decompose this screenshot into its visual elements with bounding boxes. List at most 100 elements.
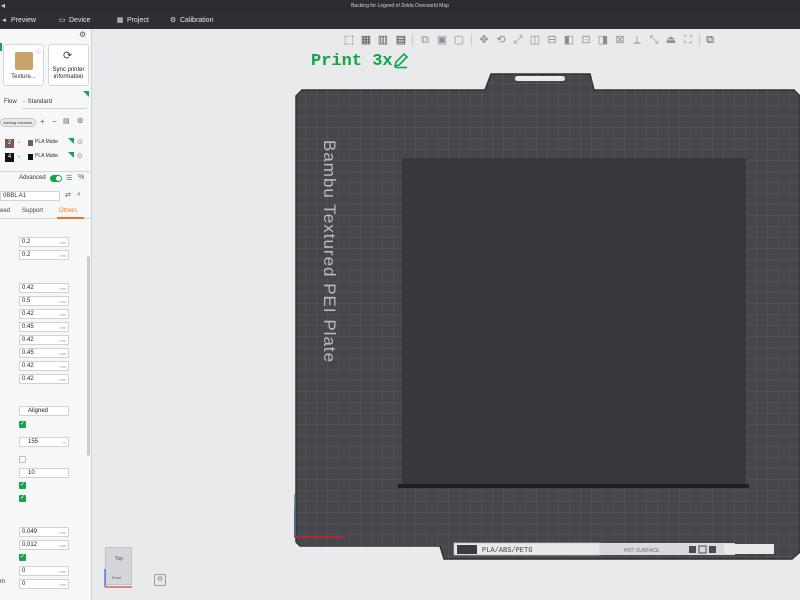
advanced-toggle[interactable] [50,175,62,182]
sync-icon: ⟳ [63,50,73,62]
add-cube-icon[interactable]: ⬚ [342,33,356,47]
filament-slot-badge[interactable]: 4 [5,153,14,162]
chevron-down-icon[interactable]: ⌄ [17,139,21,145]
rotate-icon[interactable]: ⟲ [494,33,508,47]
emboss-icon[interactable]: ⏏ [664,33,678,47]
checkbox[interactable] [19,494,26,502]
first-layer-height-field[interactable]: 0.2 mm [19,250,69,260]
model-object[interactable] [402,158,746,484]
line-width-field[interactable]: 0.42 mm [19,335,69,345]
3d-viewport[interactable]: ⬚ ▦ ▥ ▤ ⧉ ▣ ▢ ✥ ⟲ ⤢ ◫ ⊟ ◧ ⊡ ◨ ⊠ ⟂ ⤡ ⏏ ⛶ … [92,29,800,600]
cut-icon[interactable]: ⊟ [545,33,559,47]
tab-device[interactable]: ▭ Device [58,15,91,27]
orient-icon[interactable]: ▢ [452,33,466,47]
scale-icon[interactable]: ⤢ [511,33,525,47]
assemble-icon[interactable]: ⤡ [647,33,661,47]
flow-select[interactable]: ·· Standard [22,99,52,105]
advanced-label: Advanced [19,175,46,181]
monitor-icon: ▭ [58,17,66,24]
move-icon[interactable]: ✥ [477,33,491,47]
chevron-down-icon[interactable]: ⌄ [17,153,21,159]
line-width-field[interactable]: 0.42 mm [19,374,69,384]
edit-filament-icon[interactable]: ⊙ [77,138,83,146]
checkbox[interactable] [19,420,26,428]
viewport-toolbar: ⬚ ▦ ▥ ▤ ⧉ ▣ ▢ ✥ ⟲ ⤢ ◫ ⊟ ◧ ⊡ ◨ ⊠ ⟂ ⤡ ⏏ ⛶ … [337,31,717,50]
list-icon[interactable]: ☰ [66,174,72,182]
sync-label-line-1: Sync printer [52,67,85,73]
plate-card[interactable]: Texture... ⓘ [3,44,44,86]
tab-others[interactable]: Others [59,208,77,214]
line-width-field[interactable]: 0.42 mm [19,283,69,293]
project-icon: ▦ [116,17,124,24]
tab-calibration[interactable]: ⚙ Calibration [169,15,214,27]
sidebar-scrollbar[interactable] [87,256,90,456]
arrange-icon[interactable]: ▣ [435,33,449,47]
line-width-field[interactable]: 0.42 mm [19,361,69,371]
text-tool-icon[interactable]: ⊠ [613,33,627,47]
modified-marker [83,91,89,97]
seam-paint-icon[interactable]: ◨ [596,33,610,47]
selection-marker [0,43,2,51]
build-plate[interactable]: Bambu Textured PEI Plate PLA/ABS/PETG HO… [294,72,800,575]
sync-printer-button[interactable]: ⟳ Sync printer information [48,44,89,86]
layout-icon[interactable]: ▥ [376,33,390,47]
plate-thumbnail [15,52,33,70]
line-width-field[interactable]: 0.5 mm [19,296,69,306]
gear-icon[interactable]: ⚙ [79,30,86,39]
calibration-icon: ⚙ [169,17,177,24]
measure-icon[interactable]: ⟂ [630,33,644,47]
seam-position-select[interactable]: Aligned [19,406,69,416]
hot-surface-label: HOT SURFACE [624,548,660,554]
pencil-icon[interactable] [392,51,410,69]
lay-on-face-icon[interactable]: ◫ [528,33,542,47]
edit-filament-icon[interactable]: ⊙ [77,152,83,160]
checkbox[interactable] [19,553,26,561]
support-paint-icon[interactable]: ⊡ [579,33,593,47]
count-field[interactable]: 10 [19,468,69,478]
remove-icon[interactable]: − [52,117,57,126]
tab-support[interactable]: Support [22,208,43,214]
offset-field[interactable]: 0 mm [19,566,69,576]
layer-height-field[interactable]: 0.2 mm [19,237,69,247]
precision-field[interactable]: 0.012 mm [19,540,69,550]
filament-color-swatch [28,154,33,160]
tab-preview[interactable]: ◂ Preview [0,15,36,27]
percent-icon[interactable]: % [78,174,84,181]
fit-view-icon[interactable]: ⛶ [681,33,695,47]
qr-icon [457,545,477,554]
precision-field[interactable]: 0.049 mm [19,527,69,537]
line-width-field[interactable]: 0.45 mm [19,348,69,358]
sync-filament-icon[interactable]: ▤ [63,117,70,125]
line-width-field[interactable]: 0.42 mm [19,309,69,319]
view-mode-icon[interactable]: ⧉ [703,33,717,47]
plate-name: Texture... [11,74,36,80]
line-width-field[interactable]: 0.45 mm [19,322,69,332]
plate-title[interactable]: Print 3x [311,52,393,71]
search-icon[interactable]: ⌕ [77,191,81,199]
plate-brand-text: Bambu Textured PEI Plate [320,140,339,363]
zoom-fit-icon[interactable]: ⊙ [154,574,166,586]
process-profile-select[interactable]: 0BBL A1 [0,191,60,201]
plate-settings-icon[interactable]: ▤ [394,33,408,47]
grid-icon[interactable]: ▦ [359,33,373,47]
sync-label-line-2: information [53,74,84,80]
boolean-icon[interactable]: ◧ [562,33,576,47]
info-icon[interactable]: ⓘ [36,48,41,55]
tab-project[interactable]: ▦ Project [116,15,149,27]
filament-name[interactable]: PLA Matte [35,139,58,145]
offset-field[interactable]: 0 mm [19,579,69,589]
compare-icon[interactable]: ⇄ [65,191,71,199]
add-icon[interactable]: + [40,117,45,126]
plate-handle-slot [515,76,565,81]
settings-icon[interactable]: ⚙ [77,117,83,125]
checkbox[interactable] [19,456,26,463]
trash-icon [709,546,716,553]
copy-icon[interactable]: ⧉ [418,33,432,47]
flushing-volumes-button[interactable]: lushing volumes [0,118,36,127]
title-bar: ◂ Backing for Legend of Zelda Overworld … [0,0,800,13]
checkbox[interactable] [19,481,26,489]
filament-name[interactable]: PLA Matte [35,153,58,159]
filament-slot-badge[interactable]: 2 [5,139,14,148]
tab-speed[interactable]: eed [0,208,10,214]
angle-stepper[interactable]: 155 ˄˅ [19,437,69,447]
